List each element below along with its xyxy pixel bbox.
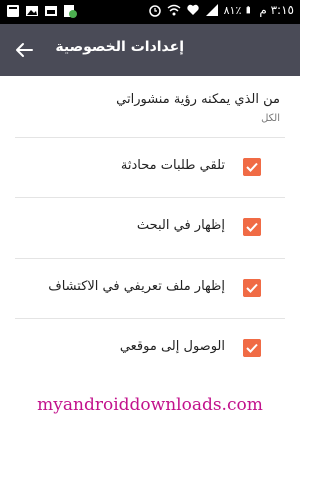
- app-bar: إعدادات الخصوصية: [0, 24, 300, 76]
- battery-icon: [246, 6, 251, 14]
- checkbox-checked-icon[interactable]: [243, 218, 261, 236]
- heart-icon: [186, 4, 199, 15]
- back-arrow-icon[interactable]: [12, 38, 36, 62]
- option-row-show-in-search[interactable]: إظهار في البحث: [15, 197, 285, 258]
- page-title: إعدادات الخصوصية: [55, 39, 184, 55]
- option-label: تلقي طلبات محادثة: [120, 158, 225, 173]
- who-can-see-value: الكل: [261, 113, 280, 124]
- checkbox-checked-icon[interactable]: [243, 158, 261, 176]
- status-bar: ٨١٪ ٣:١٥ م: [0, 0, 300, 24]
- option-label: إظهار في البحث: [136, 218, 225, 233]
- option-label: إظهار ملف تعريفي في الاكتشاف: [48, 279, 225, 294]
- option-row-show-in-discovery[interactable]: إظهار ملف تعريفي في الاكتشاف: [15, 258, 285, 319]
- who-can-see-title: من الذي يمكنه رؤية منشوراتي: [116, 92, 280, 107]
- who-can-see-setting[interactable]: من الذي يمكنه رؤية منشوراتي الكل: [30, 92, 280, 124]
- checkbox-checked-icon[interactable]: [243, 339, 261, 357]
- app-icon: [64, 5, 77, 18]
- system-icons: ٨١٪ ٣:١٥ م: [148, 3, 294, 17]
- inbox-icon: [45, 6, 57, 16]
- option-row-chat-requests[interactable]: تلقي طلبات محادثة: [15, 137, 285, 198]
- alarm-icon: [148, 5, 161, 17]
- checkbox-checked-icon[interactable]: [243, 279, 261, 297]
- status-time: ٣:١٥ م: [259, 3, 294, 17]
- signal-icon: [205, 4, 218, 16]
- battery-percent: ٨١٪: [223, 3, 242, 17]
- option-row-location-access[interactable]: الوصول إلى موقعي: [15, 318, 285, 379]
- wifi-icon: [167, 4, 181, 16]
- watermark: myandroiddownloads.com: [37, 395, 263, 415]
- option-label: الوصول إلى موقعي: [119, 339, 225, 354]
- image-icon: [26, 6, 38, 16]
- notification-box-icon: [7, 5, 19, 17]
- notification-icons: [6, 4, 77, 18]
